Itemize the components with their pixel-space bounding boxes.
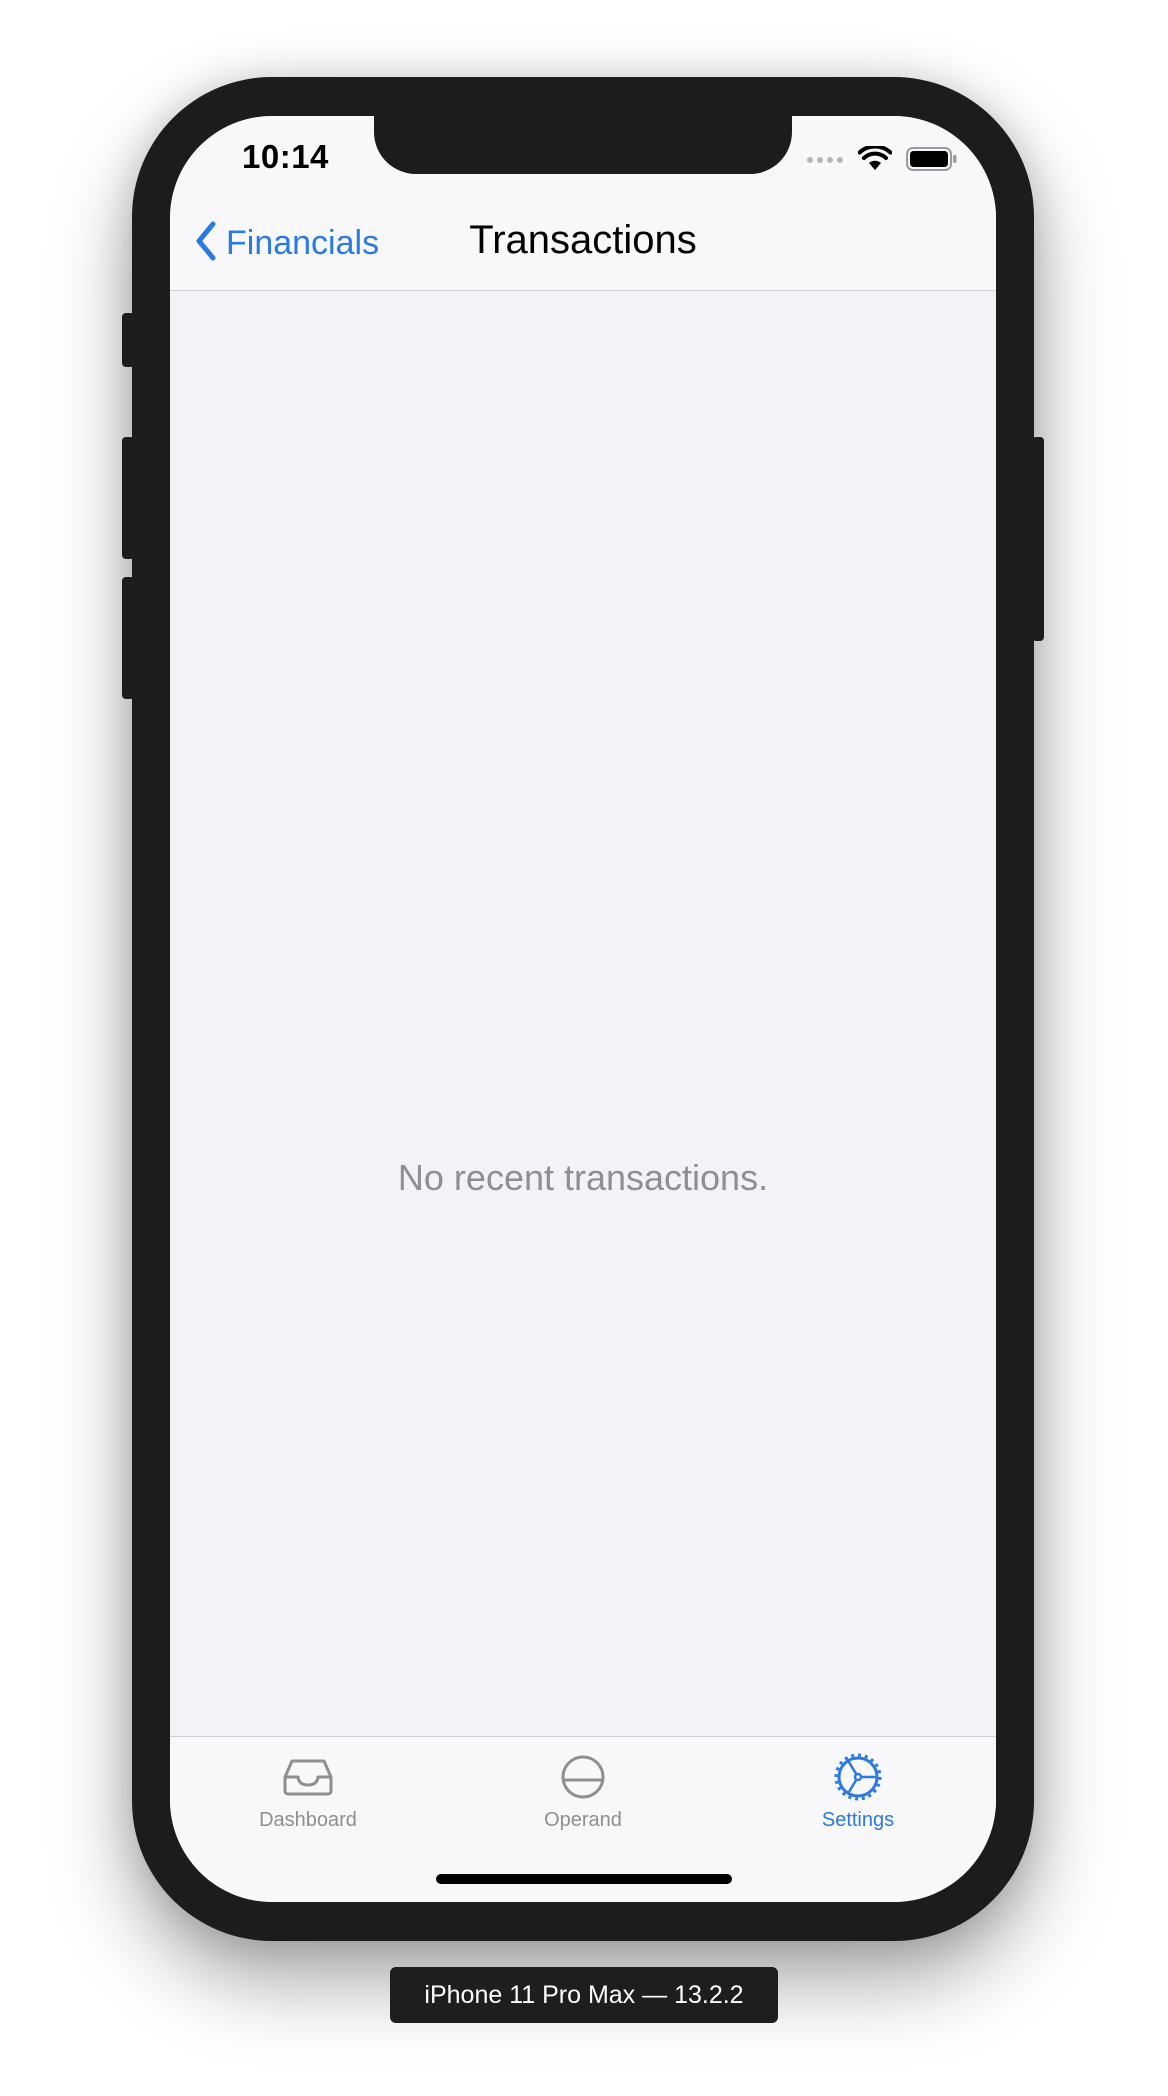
transactions-list: No recent transactions. (170, 291, 996, 1737)
notch (374, 116, 792, 174)
status-time: 10:14 (242, 138, 329, 175)
tray-icon (280, 1753, 336, 1801)
circle-half-icon (555, 1753, 611, 1801)
battery-icon (906, 146, 958, 177)
navigation-bar: Financials Transactions (170, 196, 996, 291)
screen: 10:14 Financials Transactions No recent … (170, 116, 996, 1902)
page-title: Transactions (469, 218, 697, 262)
tab-operand[interactable]: Operand (483, 1753, 683, 1843)
power-button (1032, 437, 1044, 641)
volume-up-button (122, 437, 134, 559)
gear-icon (830, 1753, 886, 1801)
tab-settings[interactable]: Settings (758, 1753, 958, 1843)
wifi-icon (857, 144, 893, 177)
signal-icon (806, 152, 844, 170)
tab-settings-label: Settings (821, 1809, 895, 1831)
device-label: iPhone 11 Pro Max — 13.2.2 (390, 1967, 778, 2023)
status-icons (806, 144, 958, 177)
tab-dashboard-label: Dashboard (259, 1809, 357, 1831)
tab-operand-label: Operand (544, 1809, 622, 1831)
volume-down-button (122, 577, 134, 699)
device-frame: 10:14 Financials Transactions No recent … (122, 77, 1044, 1941)
tab-dashboard[interactable]: Dashboard (208, 1753, 408, 1843)
home-indicator[interactable] (436, 1874, 732, 1884)
empty-state-message: No recent transactions. (397, 1157, 769, 1198)
mute-switch (122, 313, 134, 367)
